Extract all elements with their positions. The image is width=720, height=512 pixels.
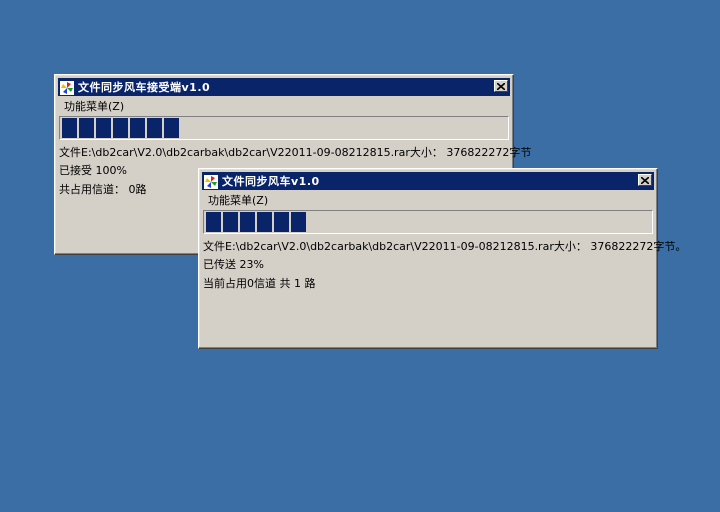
progress-block: [62, 118, 77, 138]
progress-block: [130, 118, 145, 138]
progress-block: [240, 212, 255, 232]
receiver-titlebar[interactable]: 文件同步风车接受端v1.0: [58, 78, 510, 96]
menubar: 功能菜单(Z): [202, 191, 654, 209]
sender-titlebar[interactable]: 文件同步风车v1.0: [202, 172, 654, 190]
file-info-text: 文件E:\db2car\V2.0\db2carbak\db2car\V22011…: [203, 240, 687, 253]
progress-block: [147, 118, 162, 138]
sender-window: 文件同步风车v1.0 功能菜单(Z) 文件E:\db2car\V2.0\db2c…: [198, 168, 686, 349]
progress-block: [291, 212, 306, 232]
close-button[interactable]: [638, 174, 652, 186]
close-icon: [641, 176, 649, 184]
progress-block: [164, 118, 179, 138]
channel-text: 当前占用0信道 共 1 路: [203, 277, 316, 290]
progress-block: [274, 212, 289, 232]
menubar: 功能菜单(Z): [58, 97, 510, 115]
receive-progress-bar: [59, 116, 509, 140]
progress-block: [223, 212, 238, 232]
progress-block: [79, 118, 94, 138]
close-icon: [497, 82, 505, 90]
window-title: 文件同步风车接受端v1.0: [78, 81, 211, 94]
window-title: 文件同步风车v1.0: [222, 175, 320, 188]
app-windmill-icon[interactable]: [60, 80, 74, 95]
menu-function[interactable]: 功能菜单(Z): [202, 192, 274, 208]
channel-text: 共占用信道： 0路: [59, 183, 147, 196]
file-info-text: 文件E:\db2car\V2.0\db2carbak\db2car\V22011…: [59, 146, 532, 159]
close-button[interactable]: [494, 80, 508, 92]
progress-block: [113, 118, 128, 138]
status-text: 已传送 23%: [203, 258, 264, 271]
progress-block: [96, 118, 111, 138]
app-windmill-icon[interactable]: [204, 174, 218, 189]
menu-function[interactable]: 功能菜单(Z): [58, 98, 130, 114]
status-text: 已接受 100%: [59, 164, 127, 177]
send-progress-bar: [203, 210, 653, 234]
progress-block: [206, 212, 221, 232]
progress-block: [257, 212, 272, 232]
